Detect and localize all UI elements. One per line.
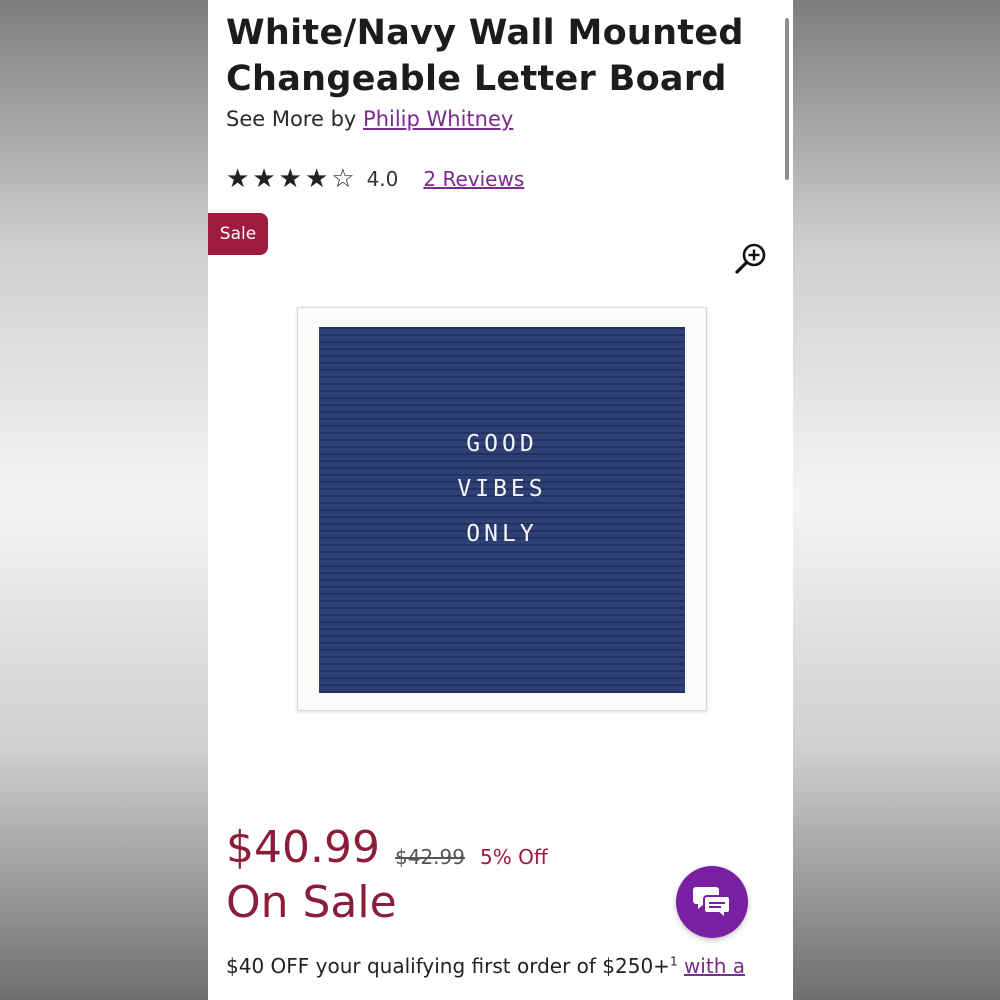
star-filled-icon: ★ [252, 164, 276, 194]
chat-bubbles-icon [693, 887, 731, 920]
rating-value: 4.0 [366, 167, 399, 191]
brand-link[interactable]: Philip Whitney [363, 107, 513, 131]
background-right [793, 0, 1000, 1000]
zoom-in-icon[interactable] [734, 241, 768, 275]
sale-badge: Sale [208, 213, 268, 255]
letter-board: GOOD VIBES ONLY [319, 327, 685, 693]
background-left [0, 0, 208, 1000]
star-filled-icon: ★ [226, 164, 250, 194]
reviews-link[interactable]: 2 Reviews [423, 167, 524, 191]
original-price: $42.99 [395, 845, 465, 869]
on-sale-label: On Sale [226, 877, 397, 928]
star-outline-icon: ☆ [331, 164, 355, 194]
promo-link[interactable]: with a [684, 954, 745, 978]
product-title: White/Navy Wall Mounted Changeable Lette… [226, 13, 744, 99]
byline-prefix: See More by [226, 107, 357, 131]
brand-byline: See More by Philip Whitney [226, 107, 513, 131]
sale-price: $40.99 [226, 822, 380, 873]
chat-button[interactable] [676, 866, 748, 938]
promo-footnote: 1 [669, 954, 678, 969]
board-text-line: ONLY [466, 521, 538, 547]
promo-text: $40 OFF your qualifying first order of $… [226, 954, 745, 978]
rating-row: ★ ★ ★ ★ ☆ 4.0 2 Reviews [226, 163, 524, 195]
star-filled-icon: ★ [278, 164, 302, 194]
product-page: White/Navy Wall Mounted Changeable Lette… [208, 0, 793, 1000]
board-text-line: VIBES [457, 476, 547, 502]
star-filled-icon: ★ [304, 164, 329, 194]
star-rating: ★ ★ ★ ★ ☆ [226, 166, 355, 192]
product-image[interactable]: GOOD VIBES ONLY [297, 307, 707, 711]
discount-percent: 5% Off [480, 845, 548, 869]
scrollbar[interactable] [785, 18, 789, 180]
promo-message: $40 OFF your qualifying first order of $… [226, 954, 670, 978]
board-text-line: GOOD [466, 431, 538, 457]
